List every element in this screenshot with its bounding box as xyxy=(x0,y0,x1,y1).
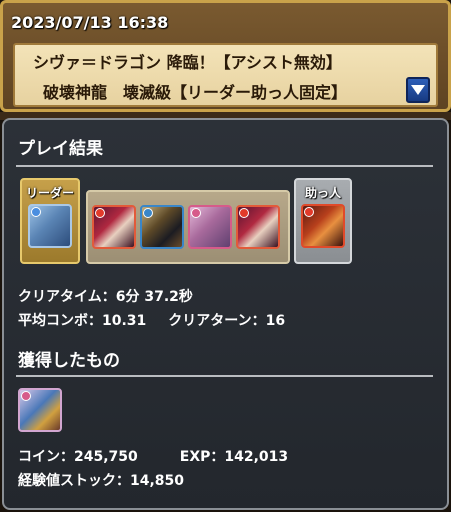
avg-combo-value: 10.31 xyxy=(102,313,147,329)
exp-stock-row: 経験値ストック：14,850 xyxy=(18,470,184,490)
attribute-icon xyxy=(21,391,31,401)
attribute-icon xyxy=(95,208,105,218)
team-members xyxy=(86,190,290,264)
clear-time-label: クリアタイム： xyxy=(18,289,116,305)
leader-label: リーダー xyxy=(25,186,74,200)
dropdown-toggle-button[interactable] xyxy=(406,77,430,103)
result-panel: プレイ結果 リーダー 助っ人 クリアタイム：6分 37.2秒 平均コンボ：10.… xyxy=(2,118,449,510)
attribute-icon xyxy=(143,208,153,218)
dungeon-header: 2023/07/13 16:38 シヴァ＝ドラゴン 降臨！【アシスト無効】 破壊… xyxy=(0,0,451,112)
exp-stock-label: 経験値ストック： xyxy=(18,473,130,489)
red-haired-monster-icon[interactable] xyxy=(92,205,136,249)
divider xyxy=(16,375,433,377)
attribute-icon xyxy=(191,208,201,218)
clear-turn-label: クリアターン： xyxy=(168,313,266,329)
dungeon-floor-name: 破壊神龍 壊滅級【リーダー助っ人固定】 xyxy=(43,83,348,102)
helper-slot: 助っ人 xyxy=(294,178,352,264)
leader-slot: リーダー xyxy=(20,178,80,264)
attribute-icon xyxy=(31,207,41,217)
pink-haired-monster-icon[interactable] xyxy=(188,205,232,249)
obtained-heading: 獲得したもの xyxy=(18,351,120,371)
divider xyxy=(16,165,433,167)
shiva-dragon-monster-icon[interactable] xyxy=(28,204,72,248)
coin-label: コイン： xyxy=(18,449,74,465)
red-dragon-monster-icon[interactable] xyxy=(301,204,345,248)
hooded-monster-icon[interactable] xyxy=(140,205,184,249)
avg-combo-label: 平均コンボ： xyxy=(18,313,102,329)
dungeon-title-box: シヴァ＝ドラゴン 降臨！【アシスト無効】 破壊神龍 壊滅級【リーダー助っ人固定】 xyxy=(13,43,438,107)
exp-stock-value: 14,850 xyxy=(130,473,185,489)
clear-turn-value: 16 xyxy=(265,313,286,329)
attribute-icon xyxy=(304,207,314,217)
clear-time-value: 6分 37.2秒 xyxy=(115,289,193,305)
red-haired-monster-icon[interactable] xyxy=(236,205,280,249)
coin-value: 245,750 xyxy=(74,449,138,465)
attribute-icon xyxy=(239,208,249,218)
dungeon-name: シヴァ＝ドラゴン 降臨！【アシスト無効】 xyxy=(33,53,342,72)
clear-datetime: 2023/07/13 16:38 xyxy=(11,13,169,32)
combo-turn-row: 平均コンボ：10.31 クリアターン：16 xyxy=(18,310,285,330)
exp-label: EXP： xyxy=(179,449,225,465)
chevron-down-icon xyxy=(411,85,425,95)
dragon-knight-monster-icon[interactable] xyxy=(18,388,62,432)
play-result-heading: プレイ結果 xyxy=(18,139,103,159)
clear-time-row: クリアタイム：6分 37.2秒 xyxy=(18,286,193,306)
exp-value: 142,013 xyxy=(224,449,289,465)
helper-label: 助っ人 xyxy=(304,186,341,200)
coin-exp-row: コイン：245,750 EXP：142,013 xyxy=(18,446,288,466)
